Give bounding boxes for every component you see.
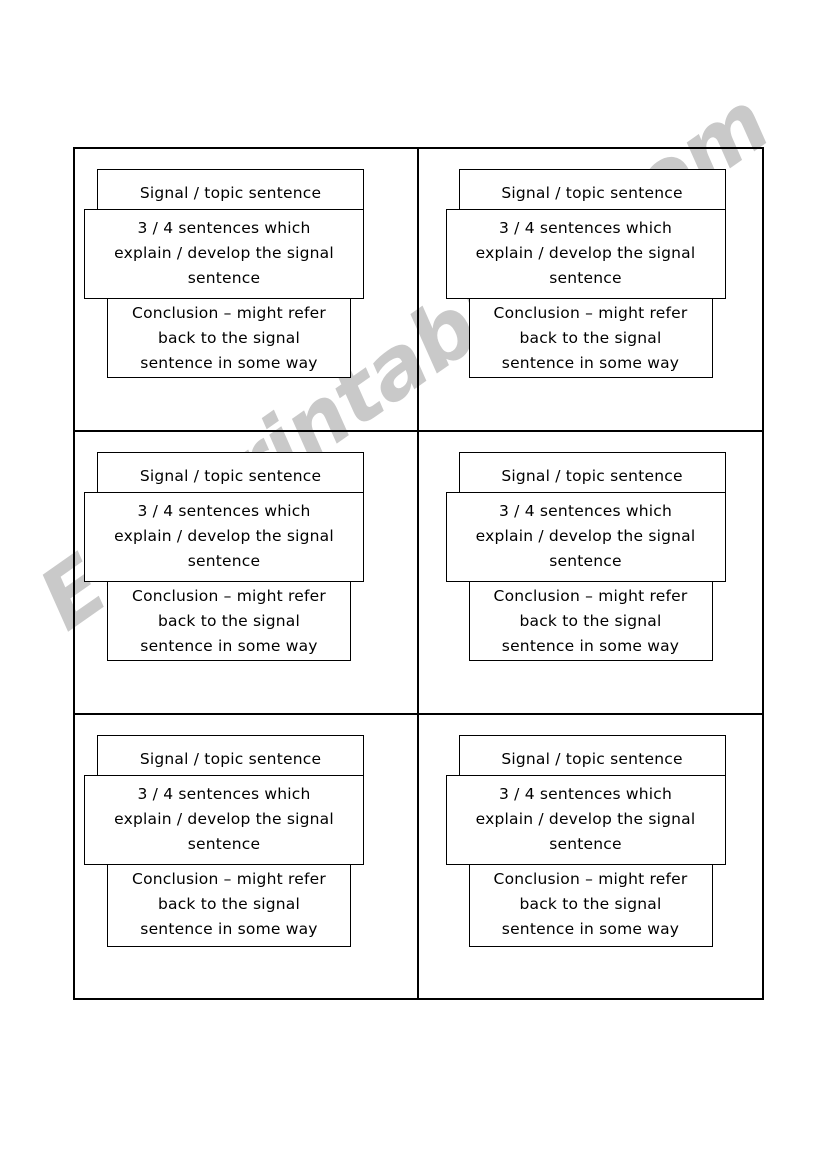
conclusion-box-line1: Conclusion – might refer (493, 304, 688, 322)
develop-box-line3: sentence (187, 269, 261, 287)
develop-box-line2: explain / develop the signal (475, 810, 696, 828)
conclusion-box-line3: sentence in some way (140, 637, 318, 655)
conclusion-box-line2: back to the signal (519, 329, 662, 347)
signal-box-label: Signal / topic sentence (501, 467, 683, 485)
signal-box-label: Signal / topic sentence (139, 184, 322, 202)
conclusion-box-line2: back to the signal (157, 329, 301, 347)
conclusion-box: Conclusion – might refer back to the sig… (107, 293, 351, 378)
develop-box-line3: sentence (549, 552, 622, 570)
develop-sentences-box: 3 / 4 sentences which explain / develop … (84, 209, 364, 299)
signal-box-label: Signal / topic sentence (139, 750, 322, 768)
develop-box-line2: explain / develop the signal (114, 244, 334, 262)
conclusion-box-line2: back to the signal (157, 895, 301, 913)
signal-box-label: Signal / topic sentence (501, 184, 683, 202)
develop-box-line3: sentence (187, 835, 261, 853)
conclusion-box-line2: back to the signal (519, 612, 662, 630)
develop-box-line2: explain / develop the signal (475, 527, 696, 545)
worksheet-cell: Signal / topic sentence 3 / 4 sentences … (75, 432, 419, 715)
conclusion-box-line1: Conclusion – might refer (493, 870, 688, 888)
conclusion-box: Conclusion – might refer back to the sig… (107, 576, 351, 661)
worksheet-page: ESLprintables.com Signal / topic sentenc… (0, 0, 821, 1169)
conclusion-box: Conclusion – might refer back to the sig… (107, 859, 351, 947)
develop-box-line2: explain / develop the signal (114, 810, 334, 828)
worksheet-cell: Signal / topic sentence 3 / 4 sentences … (75, 715, 419, 998)
develop-sentences-box: 3 / 4 sentences which explain / develop … (445, 492, 726, 582)
conclusion-box-line3: sentence in some way (140, 354, 318, 372)
paragraph-structure-stack: Signal / topic sentence 3 / 4 sentences … (437, 432, 763, 713)
develop-box-line1: 3 / 4 sentences which (137, 785, 311, 803)
develop-box-line1: 3 / 4 sentences which (498, 785, 672, 803)
paragraph-structure-stack: Signal / topic sentence 3 / 4 sentences … (437, 149, 763, 430)
develop-box-line3: sentence (549, 269, 622, 287)
conclusion-box-line1: Conclusion – might refer (132, 870, 326, 888)
conclusion-box-line1: Conclusion – might refer (132, 304, 326, 322)
conclusion-box: Conclusion – might refer back to the sig… (468, 293, 713, 378)
develop-sentences-box: 3 / 4 sentences which explain / develop … (84, 492, 364, 582)
paragraph-structure-stack: Signal / topic sentence 3 / 4 sentences … (75, 715, 417, 998)
develop-box-line1: 3 / 4 sentences which (137, 219, 311, 237)
paragraph-structure-stack: Signal / topic sentence 3 / 4 sentences … (75, 149, 417, 430)
signal-box-label: Signal / topic sentence (139, 467, 322, 485)
develop-box-line1: 3 / 4 sentences which (498, 502, 672, 520)
worksheet-cell: Signal / topic sentence 3 / 4 sentences … (419, 715, 763, 998)
develop-sentences-box: 3 / 4 sentences which explain / develop … (445, 209, 726, 299)
conclusion-box-line3: sentence in some way (501, 920, 680, 938)
conclusion-box-line3: sentence in some way (501, 637, 680, 655)
conclusion-box-line2: back to the signal (519, 895, 662, 913)
conclusion-box-line1: Conclusion – might refer (493, 587, 688, 605)
signal-box-label: Signal / topic sentence (501, 750, 683, 768)
develop-box-line2: explain / develop the signal (475, 244, 696, 262)
worksheet-cell: Signal / topic sentence 3 / 4 sentences … (418, 432, 763, 715)
develop-box-line1: 3 / 4 sentences which (498, 219, 672, 237)
worksheet-cell: Signal / topic sentence 3 / 4 sentences … (75, 149, 419, 432)
develop-sentences-box: 3 / 4 sentences which explain / develop … (445, 775, 726, 865)
conclusion-box-line3: sentence in some way (140, 920, 318, 938)
conclusion-box-line3: sentence in some way (501, 354, 680, 372)
paragraph-structure-stack: Signal / topic sentence 3 / 4 sentences … (437, 715, 763, 998)
develop-box-line3: sentence (549, 835, 622, 853)
conclusion-box-line1: Conclusion – might refer (132, 587, 326, 605)
paragraph-structure-stack: Signal / topic sentence 3 / 4 sentences … (75, 432, 417, 713)
worksheet-cell: Signal / topic sentence 3 / 4 sentences … (418, 149, 763, 432)
worksheet-table: Signal / topic sentence 3 / 4 sentences … (73, 147, 764, 1000)
develop-sentences-box: 3 / 4 sentences which explain / develop … (84, 775, 364, 865)
conclusion-box-line2: back to the signal (157, 612, 301, 630)
develop-box-line3: sentence (187, 552, 261, 570)
develop-box-line2: explain / develop the signal (114, 527, 334, 545)
conclusion-box: Conclusion – might refer back to the sig… (468, 859, 713, 947)
develop-box-line1: 3 / 4 sentences which (137, 502, 311, 520)
conclusion-box: Conclusion – might refer back to the sig… (468, 576, 713, 661)
